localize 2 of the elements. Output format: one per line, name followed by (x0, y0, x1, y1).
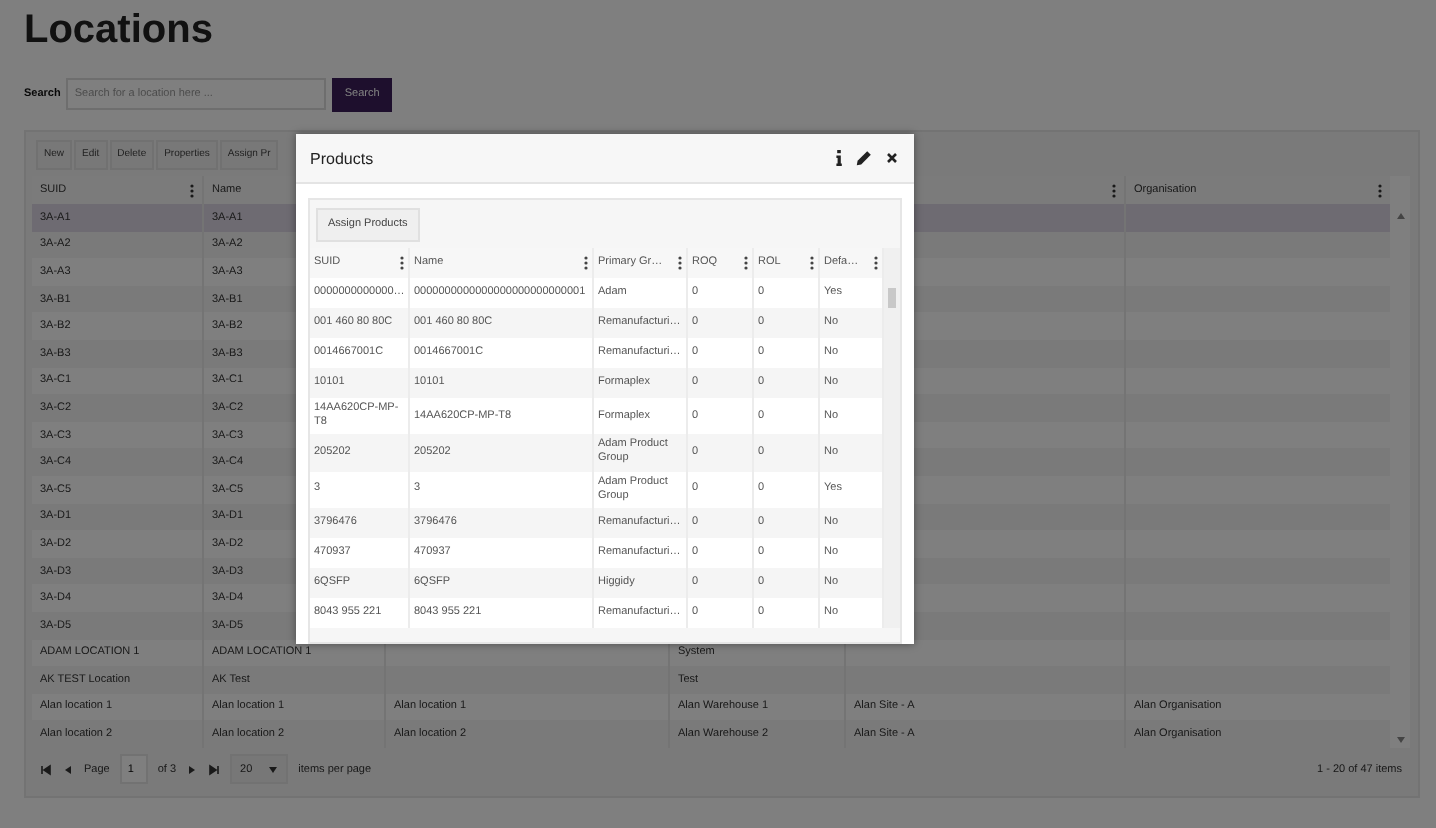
page-title: Locations (24, 6, 215, 56)
dialog-title: Products (310, 149, 374, 167)
